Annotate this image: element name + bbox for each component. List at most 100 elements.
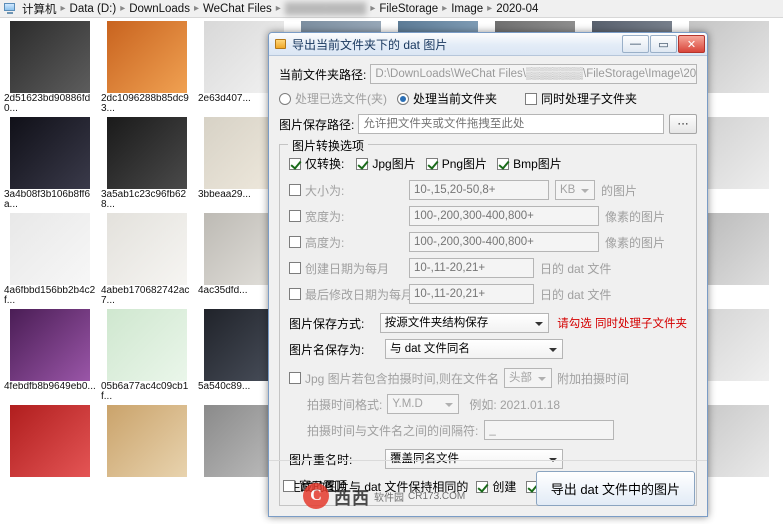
file-item[interactable]: 4febdfb8b9649eb0... [2,307,99,403]
name-mode-row: 图片名保存为: 与 dat 文件同名 [289,339,687,359]
name-mode-label: 图片名保存为: [289,342,365,357]
checkbox-topmost[interactable] [283,479,295,492]
filter-width-label: 宽度为: [305,209,345,224]
file-item[interactable]: 4abeb170682742ac7... [99,211,196,307]
save-mode-tip: 请勾选 同时处理子文件夹 [557,318,687,330]
filter-height-input[interactable] [409,232,599,252]
filter-width-input[interactable] [409,206,599,226]
checkbox-bmp[interactable] [497,157,510,170]
filter-width-option[interactable]: 宽度为: [289,208,409,225]
checkbox-filter-size[interactable] [289,184,301,196]
filter-size-unit-select[interactable]: KB [555,180,595,200]
filter-height-label: 高度为: [305,235,345,250]
close-button[interactable]: ✕ [678,35,705,53]
filter-height-option[interactable]: 高度为: [289,234,409,251]
computer-icon [4,3,16,14]
save-path-row: 图片保存路径: ··· [279,114,697,134]
separator-input[interactable]: _ [484,420,615,440]
breadcrumb-item-wechat-files[interactable]: WeChat Files [200,3,275,15]
shoot-time-position-select[interactable]: 头部 [504,368,553,388]
time-format-example: 例如: 2021.01.18 [469,397,561,412]
filter-created-input[interactable] [409,258,534,278]
format-jpg-option[interactable]: Jpg图片 [356,155,416,172]
radio-selected-files[interactable] [279,92,291,105]
watermark-logo-icon: C [303,483,329,509]
breadcrumb-separator: ▸ [275,3,281,14]
format-bmp-option[interactable]: Bmp图片 [497,155,562,172]
export-dat-dialog: 导出当前文件夹下的 dat 图片 — ▭ ✕ 当前文件夹路径: D:\DownL… [268,32,708,517]
filter-created-row: 创建日期为每月 日的 dat 文件 [289,258,687,278]
time-format-select[interactable]: Y.M.D [387,394,460,414]
maximize-button[interactable]: ▭ [650,35,677,53]
file-item[interactable]: 3a5ab1c23c96fb628... [99,115,196,211]
current-folder-row: 当前文件夹路径: D:\DownLoads\WeChat Files\▒▒▒▒▒… [279,64,697,84]
save-path-input[interactable] [358,114,664,134]
scope-row: 处理已选文件(夹) 处理当前文件夹 同时处理子文件夹 [279,90,697,107]
filter-modified-label: 最后修改日期为每月 [305,287,414,302]
checkbox-subfolder[interactable] [525,92,538,105]
breadcrumb-separator: ▸ [442,3,448,14]
checkbox-filter-height[interactable] [289,236,301,248]
scope-current-option[interactable]: 处理当前文件夹 [397,90,497,107]
breadcrumb-separator: ▸ [370,3,376,14]
file-item[interactable]: 3a4b08f3b106b8ff6a... [2,115,99,211]
file-name: 4abeb170682742ac7... [101,286,190,306]
file-item[interactable] [99,403,196,499]
file-thumbnail [107,309,187,381]
file-item[interactable] [2,403,99,499]
file-name: 2dc1096288b85dc93... [101,94,189,114]
file-thumbnail [10,21,90,93]
dialog-titlebar[interactable]: 导出当前文件夹下的 dat 图片 — ▭ ✕ [269,33,707,56]
file-item[interactable]: 2d51623bd90886fd0... [2,19,99,115]
save-mode-row: 图片保存方式: 按源文件夹结构保存 请勾选 同时处理子文件夹 [289,313,687,333]
checkbox-filter-created[interactable] [289,262,301,274]
file-item[interactable]: 2dc1096288b85dc93... [99,19,196,115]
file-thumbnail [10,213,90,285]
checkbox-only-convert[interactable] [289,157,301,170]
watermark: C 西西 软件园 CR173.COM [303,482,493,510]
filter-size-input[interactable] [409,180,549,200]
export-button[interactable]: 导出 dat 文件中的图片 [535,471,695,506]
file-item[interactable]: 05b6a77ac4c09cb1f... [99,307,196,403]
save-mode-select[interactable]: 按源文件夹结构保存 [379,313,550,333]
filter-created-option[interactable]: 创建日期为每月 [289,260,409,277]
checkbox-filter-modified[interactable] [289,288,301,300]
filter-size-label: 大小为: [305,183,345,198]
scope-selected-option[interactable]: 处理已选文件(夹) [279,90,387,107]
checkbox-png[interactable] [425,157,438,170]
filter-modified-suffix: 日的 dat 文件 [540,287,612,302]
breadcrumb-item-2020-04[interactable]: 2020-04 [493,3,541,15]
breadcrumb-item-filestorage[interactable]: FileStorage [376,3,441,15]
scope-current-label: 处理当前文件夹 [413,92,498,106]
format-bmp-label: Bmp图片 [513,157,562,171]
minimize-button[interactable]: — [622,35,649,53]
time-format-row: 拍摄时间格式: Y.M.D 例如: 2021.01.18 [289,394,687,414]
filter-modified-input[interactable] [409,284,534,304]
file-thumbnail [107,21,187,93]
file-thumbnail [10,309,90,381]
filter-modified-option[interactable]: 最后修改日期为每月 [289,286,413,303]
checkbox-jpg[interactable] [356,157,369,170]
breadcrumb-item-downloads[interactable]: DownLoads [126,3,193,15]
breadcrumb-item-wxid[interactable]: ▒▒▒▒▒▒▒▒▒▒ [282,3,369,15]
format-png-option[interactable]: Png图片 [425,155,487,172]
checkbox-shoot-time[interactable] [289,372,301,384]
filter-size-option[interactable]: 大小为: [289,182,409,199]
breadcrumb[interactable]: 计算机 ▸ Data (D:) ▸ DownLoads ▸ WeChat Fil… [0,0,783,18]
file-item[interactable]: 4a6fbbd156bb2b4c2f... [2,211,99,307]
current-folder-value: D:\DownLoads\WeChat Files\▒▒▒▒▒▒▒\FileSt… [370,64,697,84]
breadcrumb-item-computer[interactable]: 计算机 [19,1,60,17]
file-name: 2d51623bd90886fd0... [4,94,91,114]
radio-current-folder[interactable] [397,92,409,105]
browse-button[interactable]: ··· [669,114,697,134]
file-name: 4febdfb8b9649eb0... [4,382,96,392]
breadcrumb-item-data-d[interactable]: Data (D:) [67,3,120,15]
checkbox-filter-width[interactable] [289,210,301,222]
only-convert-option[interactable]: 仅转换: [289,155,344,172]
convert-options-title: 图片转换选项 [288,137,369,154]
name-mode-select[interactable]: 与 dat 文件同名 [385,339,563,359]
formats-row: 仅转换: Jpg图片 Png图片 Bmp图片 [289,155,687,172]
subfolder-option[interactable]: 同时处理子文件夹 [525,90,637,107]
save-path-label: 图片保存路径: [279,117,355,132]
breadcrumb-item-image[interactable]: Image [448,3,486,15]
